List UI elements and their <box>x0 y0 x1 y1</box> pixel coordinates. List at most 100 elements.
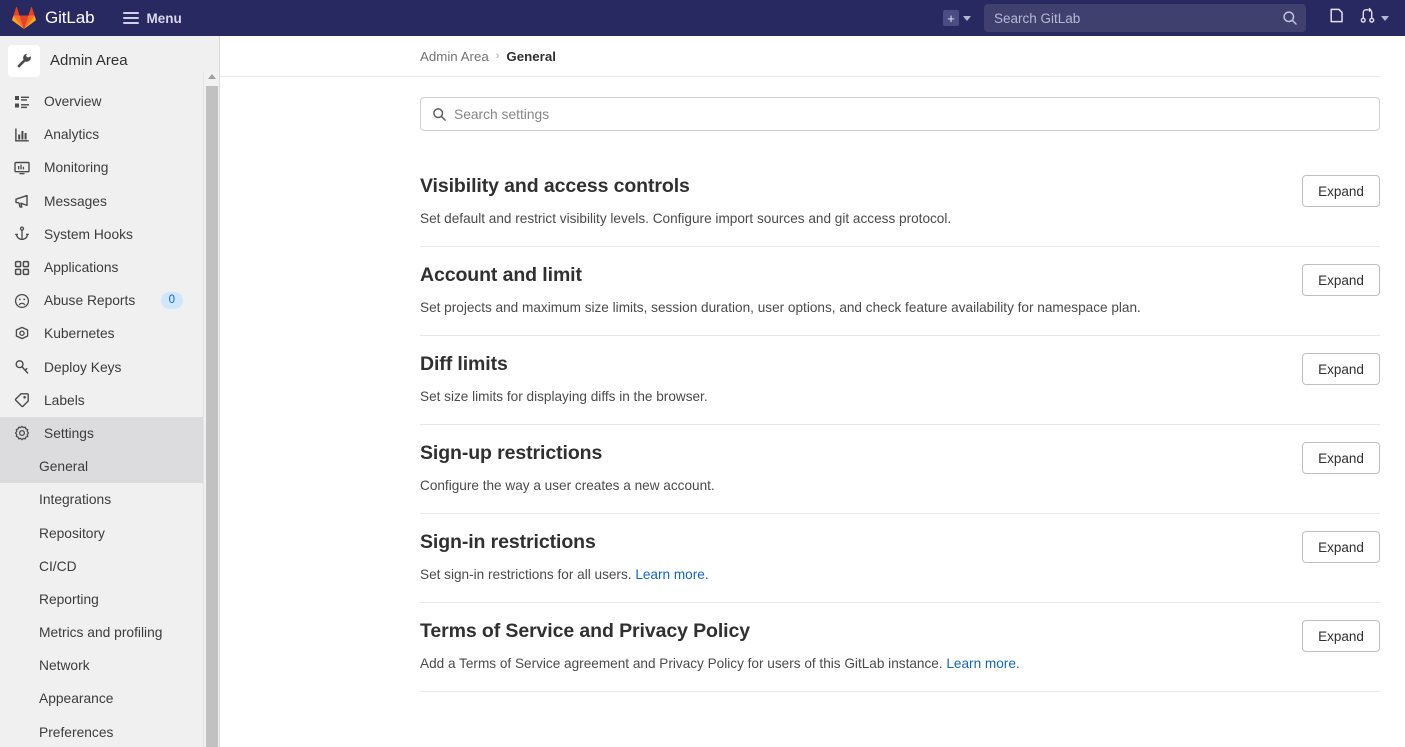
section-description: Add a Terms of Service agreement and Pri… <box>420 654 1380 673</box>
sidebar-subitem-label: CI/CD <box>39 558 77 574</box>
sidebar-subitem-reporting[interactable]: Reporting <box>0 583 203 616</box>
sidebar-item-applications[interactable]: Applications <box>0 251 203 284</box>
gear-icon <box>14 425 30 441</box>
analytics-icon <box>14 127 30 143</box>
breadcrumb-current: General <box>506 48 556 64</box>
global-search-box[interactable] <box>984 4 1306 32</box>
sidebar-item-label: Kubernetes <box>44 326 115 342</box>
sidebar-item-labels[interactable]: Labels <box>0 384 203 417</box>
sidebar-item-analytics[interactable]: Analytics <box>0 118 203 151</box>
sidebar-item-label: System Hooks <box>44 226 133 242</box>
new-item-dropdown[interactable]: + <box>938 4 976 32</box>
sidebar-item-label: Applications <box>44 260 119 276</box>
settings-section: Sign-up restrictions Configure the way a… <box>420 425 1380 515</box>
abuse-reports-count-badge: 0 <box>160 292 183 310</box>
learn-more-link[interactable]: Learn more. <box>946 656 1019 671</box>
sidebar-subitem-metrics-and-profiling[interactable]: Metrics and profiling <box>0 616 203 649</box>
main-content: Admin Area › General Visibility and acce… <box>220 36 1405 747</box>
sidebar-item-settings[interactable]: Settings <box>0 416 203 451</box>
expand-button[interactable]: Expand <box>1302 442 1380 475</box>
chevron-down-icon <box>963 15 971 21</box>
sidebar-item-label: Analytics <box>44 127 100 143</box>
issues-icon <box>1328 7 1345 29</box>
sidebar-subitem-label: Preferences <box>39 724 114 740</box>
sidebar-subitem-preferences[interactable]: Preferences <box>0 716 203 747</box>
sidebar-subitem-repository[interactable]: Repository <box>0 516 203 549</box>
expand-button[interactable]: Expand <box>1302 531 1380 564</box>
chevron-down-icon <box>1381 15 1389 21</box>
brand-label: GitLab <box>45 8 95 27</box>
search-settings-input[interactable] <box>454 98 1379 130</box>
section-title: Sign-in restrictions <box>420 531 596 554</box>
sidebar-item-label: Settings <box>44 425 94 441</box>
sidebar-item-label: Deploy Keys <box>44 359 122 375</box>
section-title: Terms of Service and Privacy Policy <box>420 620 750 643</box>
search-icon <box>432 107 447 122</box>
sidebar-item-label: Overview <box>44 94 102 110</box>
scroll-up-arrow-icon[interactable] <box>208 74 216 79</box>
sidebar-item-abuse-reports[interactable]: Abuse Reports 0 <box>0 284 203 317</box>
settings-section: Diff limits Set size limits for displayi… <box>420 336 1380 426</box>
sidebar-subitem-integrations[interactable]: Integrations <box>0 483 203 516</box>
breadcrumb-admin-area[interactable]: Admin Area <box>420 49 489 64</box>
search-settings-box[interactable] <box>420 97 1380 131</box>
abuse-report-icon <box>14 293 30 309</box>
section-description: Set sign-in restrictions for all users. … <box>420 565 1380 584</box>
sidebar-item-kubernetes[interactable]: Kubernetes <box>0 317 203 350</box>
sidebar-item-system-hooks[interactable]: System Hooks <box>0 218 203 251</box>
megaphone-icon <box>14 193 30 209</box>
sidebar-subitem-label: Appearance <box>39 691 114 707</box>
section-description: Set default and restrict visibility leve… <box>420 209 1380 228</box>
settings-section-body: Visibility and access controls Set defau… <box>420 158 1380 228</box>
issues-button[interactable] <box>1320 4 1353 32</box>
expand-button[interactable]: Expand <box>1302 353 1380 386</box>
menu-label: Menu <box>146 10 182 26</box>
sidebar-subitem-label: General <box>39 459 89 475</box>
sidebar-nav-list: Overview Analytics Monitoring Messages S… <box>0 85 203 747</box>
expand-button[interactable]: Expand <box>1302 264 1380 297</box>
search-icon <box>1282 10 1298 26</box>
sidebar-item-messages[interactable]: Messages <box>0 185 203 218</box>
expand-button[interactable]: Expand <box>1302 175 1380 207</box>
sidebar-item-label: Monitoring <box>44 160 109 176</box>
sidebar-subitem-appearance[interactable]: Appearance <box>0 682 203 715</box>
sidebar-subitem-cicd[interactable]: CI/CD <box>0 550 203 583</box>
sidebar-subitem-label: Repository <box>39 525 105 541</box>
section-description-text: Set sign-in restrictions for all users. <box>420 567 636 583</box>
sidebar-item-label: Labels <box>44 392 85 408</box>
settings-container: Visibility and access controls Set defau… <box>220 77 1405 693</box>
global-search-input[interactable] <box>984 4 1306 32</box>
plus-icon: + <box>943 10 959 26</box>
main-menu-button[interactable]: Menu <box>117 0 188 36</box>
hook-icon <box>14 226 30 242</box>
gitlab-home-link[interactable]: GitLab <box>0 0 95 36</box>
sidebar-subitem-general[interactable]: General <box>0 450 203 484</box>
sidebar-scrollbar[interactable] <box>203 72 219 747</box>
top-navbar: GitLab Menu + <box>0 0 1405 36</box>
sidebar-item-monitoring[interactable]: Monitoring <box>0 151 203 184</box>
scrollbar-thumb[interactable] <box>206 86 218 747</box>
sidebar-subitem-network[interactable]: Network <box>0 649 203 682</box>
sidebar-subitem-label: Reporting <box>39 591 99 607</box>
expand-button[interactable]: Expand <box>1302 620 1380 653</box>
sidebar-item-overview[interactable]: Overview <box>0 85 203 118</box>
settings-section: Terms of Service and Privacy Policy Add … <box>420 603 1380 693</box>
sidebar-item-deploy-keys[interactable]: Deploy Keys <box>0 351 203 384</box>
admin-area-header[interactable]: Admin Area <box>0 36 203 85</box>
section-title: Visibility and access controls <box>420 175 690 197</box>
sidebar-subitem-label: Metrics and profiling <box>39 625 163 641</box>
admin-sidebar: Admin Area Overview Analytics Monitoring… <box>0 36 220 747</box>
settings-section: Sign-in restrictions Set sign-in restric… <box>420 514 1380 604</box>
merge-requests-dropdown[interactable] <box>1355 7 1395 29</box>
overview-icon <box>14 94 30 110</box>
key-icon <box>14 359 30 375</box>
section-description-text: Set size limits for displaying diffs in … <box>420 389 708 405</box>
learn-more-link[interactable]: Learn more. <box>635 567 708 582</box>
sidebar-item-label: Messages <box>44 193 107 209</box>
section-description: Set projects and maximum size limits, se… <box>420 298 1380 317</box>
settings-section-body: Terms of Service and Privacy Policy Add … <box>420 603 1380 673</box>
settings-section-body: Diff limits Set size limits for displayi… <box>420 336 1380 406</box>
section-title: Sign-up restrictions <box>420 442 603 465</box>
section-description: Configure the way a user creates a new a… <box>420 476 1380 495</box>
settings-section: Visibility and access controls Set defau… <box>420 158 1380 248</box>
